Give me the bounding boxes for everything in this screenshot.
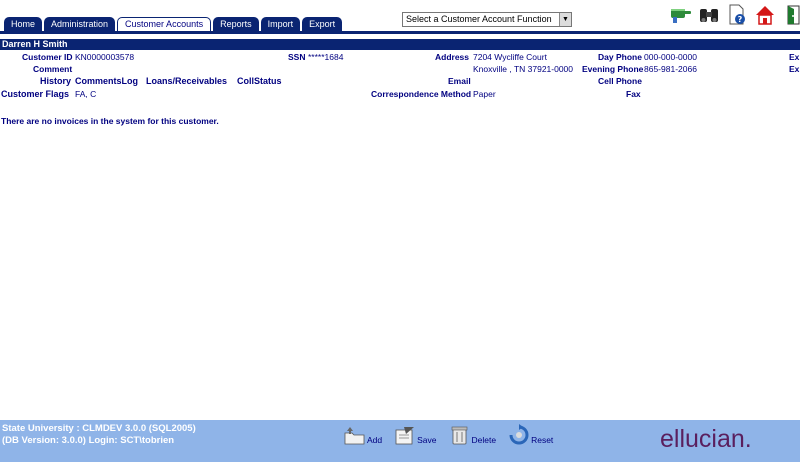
add-button[interactable]: Add (344, 424, 382, 446)
ssn-label: SSN (288, 52, 306, 62)
customer-flags-label: Customer Flags (1, 89, 70, 99)
svg-text:?: ? (738, 15, 743, 24)
system-info-line1: State University : CLMDEV 3.0.0 (SQL2005… (2, 423, 196, 434)
save-label: Save (417, 435, 437, 445)
address-line2: Knoxville , TN 37921-0000 (473, 64, 574, 74)
loans-receivables-link[interactable]: Loans/Receivables (146, 76, 227, 86)
correspondence-method-value: Paper (473, 89, 496, 99)
top-navigation: Home Administration Customer Accounts Re… (0, 0, 800, 34)
pointing-hand-icon[interactable] (670, 4, 692, 26)
tab-underline (0, 31, 800, 34)
tab-administration[interactable]: Administration (44, 17, 116, 31)
reset-button[interactable]: Reset (508, 424, 553, 446)
tab-export[interactable]: Export (302, 17, 343, 31)
footer-actions: Add Save Delete Reset (344, 424, 553, 446)
customer-account-function-select[interactable]: Select a Customer Account Function ▼ (402, 12, 572, 27)
correspondence-method-label: Correspondence Method (371, 89, 472, 99)
add-label: Add (367, 435, 383, 445)
day-phone-label: Day Phone (598, 52, 642, 62)
toolbar-icons: ? (670, 4, 800, 26)
reset-arrows-icon (509, 424, 529, 445)
help-document-icon[interactable]: ? (726, 4, 748, 26)
tab-customer-accounts[interactable]: Customer Accounts (117, 17, 212, 32)
main-tabs: Home Administration Customer Accounts Re… (4, 17, 343, 32)
customer-flags-value: FA, C (75, 89, 97, 99)
ellucian-logo: ellucian. (660, 425, 752, 453)
fax-label: Fax (626, 89, 641, 99)
day-phone-value: 000-000-0000 (644, 52, 697, 62)
save-document-icon (395, 427, 415, 445)
address-label: Address (435, 52, 470, 62)
customer-id-value: KN0000003578 (75, 52, 135, 62)
home-icon[interactable] (754, 4, 776, 26)
evening-phone-label: Evening Phone (582, 64, 644, 74)
tab-import[interactable]: Import (260, 17, 301, 31)
cell-phone-label: Cell Phone (598, 76, 642, 86)
comments-log-link[interactable]: CommentsLog (75, 76, 138, 86)
evening-phone-ext-label: Ex (789, 64, 800, 74)
no-invoices-message: There are no invoices in the system for … (1, 116, 219, 126)
evening-phone-value: 865-981-2066 (644, 64, 697, 74)
email-label: Email (448, 76, 471, 86)
address-line1: 7204 Wycliffe Court (473, 52, 547, 62)
tab-home[interactable]: Home (4, 17, 43, 31)
binoculars-icon[interactable] (698, 4, 720, 26)
coll-status-link[interactable]: CollStatus (237, 76, 282, 86)
system-info: State University : CLMDEV 3.0.0 (SQL2005… (2, 423, 196, 447)
delete-label: Delete (471, 435, 497, 445)
customer-name-bar: Darren H Smith (0, 39, 800, 50)
add-folder-icon (344, 427, 365, 445)
customer-id-label: Customer ID (22, 52, 73, 62)
exit-door-icon[interactable] (782, 4, 800, 26)
ssn-value: *****1684 (308, 52, 344, 62)
day-phone-ext-label: Ex (789, 52, 800, 62)
function-select-value: Select a Customer Account Function (406, 14, 552, 24)
system-info-line2: (DB Version: 3.0.0) Login: SCT\tobrien (2, 435, 175, 446)
delete-button[interactable]: Delete (449, 424, 497, 446)
footer-bar: State University : CLMDEV 3.0.0 (SQL2005… (0, 420, 800, 462)
chevron-down-icon[interactable]: ▼ (559, 13, 571, 26)
tab-reports[interactable]: Reports (213, 17, 259, 31)
trash-icon (451, 426, 467, 445)
comment-label: Comment (33, 64, 73, 74)
save-button[interactable]: Save (394, 424, 437, 446)
reset-label: Reset (531, 435, 554, 445)
history-link[interactable]: History (40, 76, 71, 86)
